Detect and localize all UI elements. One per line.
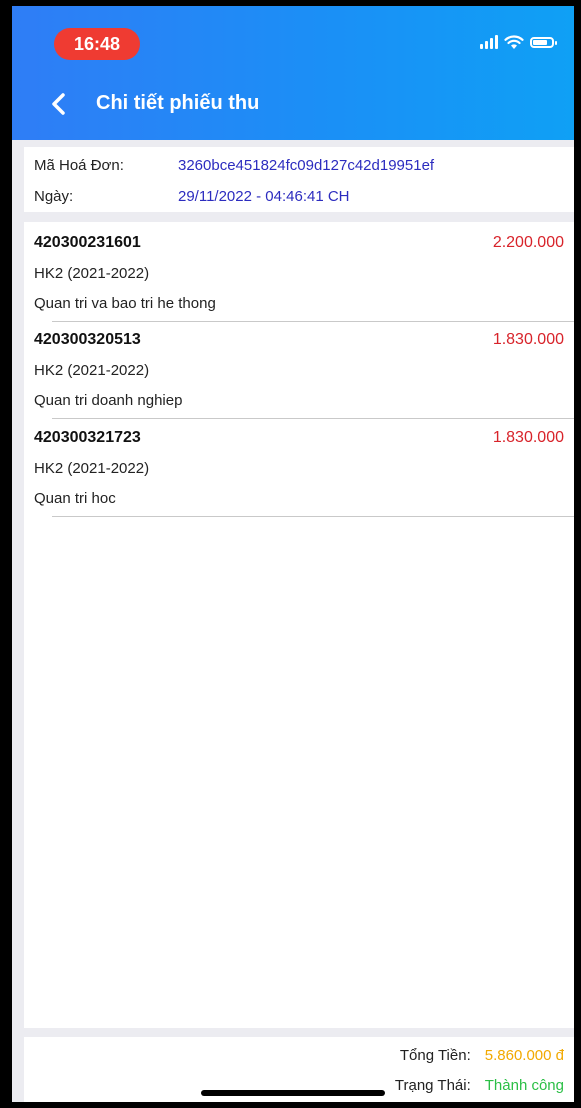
page-title: Chi tiết phiếu thu — [96, 92, 260, 114]
app-header: 16:48 Chi tiết phiếu thu — [12, 6, 574, 140]
item-course: Quan tri va bao tri he thong — [34, 295, 216, 312]
status-icons — [480, 32, 557, 52]
item-amount: 1.830.000 — [492, 429, 564, 446]
status-value: Thành công — [484, 1077, 564, 1094]
item-divider — [52, 516, 574, 517]
total-value: 5.860.000 đ — [484, 1047, 564, 1064]
home-indicator[interactable] — [201, 1090, 385, 1096]
total-row: Tổng Tiền: 5.860.000 đ — [400, 1047, 564, 1064]
wifi-icon — [504, 34, 524, 49]
invoice-info: Mã Hoá Đơn: 3260bce451824fc09d127c42d199… — [24, 147, 574, 212]
item-code: 420300231601 — [34, 234, 141, 251]
app-screen: 16:48 Chi tiết phiếu thu Mã Hoá Đơn: 326… — [12, 6, 574, 1102]
invoice-id-label: Mã Hoá Đơn: — [34, 157, 124, 174]
item-term: HK2 (2021-2022) — [34, 362, 150, 379]
invoice-date-label: Ngày: — [34, 188, 74, 205]
item-code: 420300321723 — [34, 429, 141, 446]
total-label: Tổng Tiền: — [399, 1047, 471, 1064]
item-amount: 1.830.000 — [492, 331, 564, 348]
back-arrow-icon[interactable] — [48, 92, 68, 116]
item-term: HK2 (2021-2022) — [34, 460, 150, 477]
signal-icon — [480, 35, 498, 49]
item-amount: 2.200.000 — [492, 234, 564, 251]
invoice-id-value: 3260bce451824fc09d127c42d19951ef — [178, 157, 435, 174]
receipt-items-list: 420300231601 2.200.000 HK2 (2021-2022) Q… — [24, 222, 574, 1028]
invoice-date-value: 29/11/2022 - 04:46:41 CH — [178, 188, 350, 205]
item-course: Quan tri doanh nghiep — [34, 392, 183, 409]
status-label: Trạng Thái: — [394, 1077, 471, 1094]
item-code: 420300320513 — [34, 331, 141, 348]
device-frame: 16:48 Chi tiết phiếu thu Mã Hoá Đơn: 326… — [0, 0, 581, 1108]
status-row: Trạng Thái: Thành công — [395, 1077, 564, 1094]
status-time: 16:48 — [54, 28, 140, 60]
list-item[interactable]: 420300231601 2.200.000 HK2 (2021-2022) Q… — [24, 222, 574, 322]
list-item[interactable]: 420300321723 1.830.000 HK2 (2021-2022) Q… — [24, 417, 574, 517]
item-term: HK2 (2021-2022) — [34, 265, 150, 282]
list-item[interactable]: 420300320513 1.830.000 HK2 (2021-2022) Q… — [24, 319, 574, 419]
item-course: Quan tri hoc — [34, 490, 116, 507]
battery-icon — [530, 36, 557, 48]
